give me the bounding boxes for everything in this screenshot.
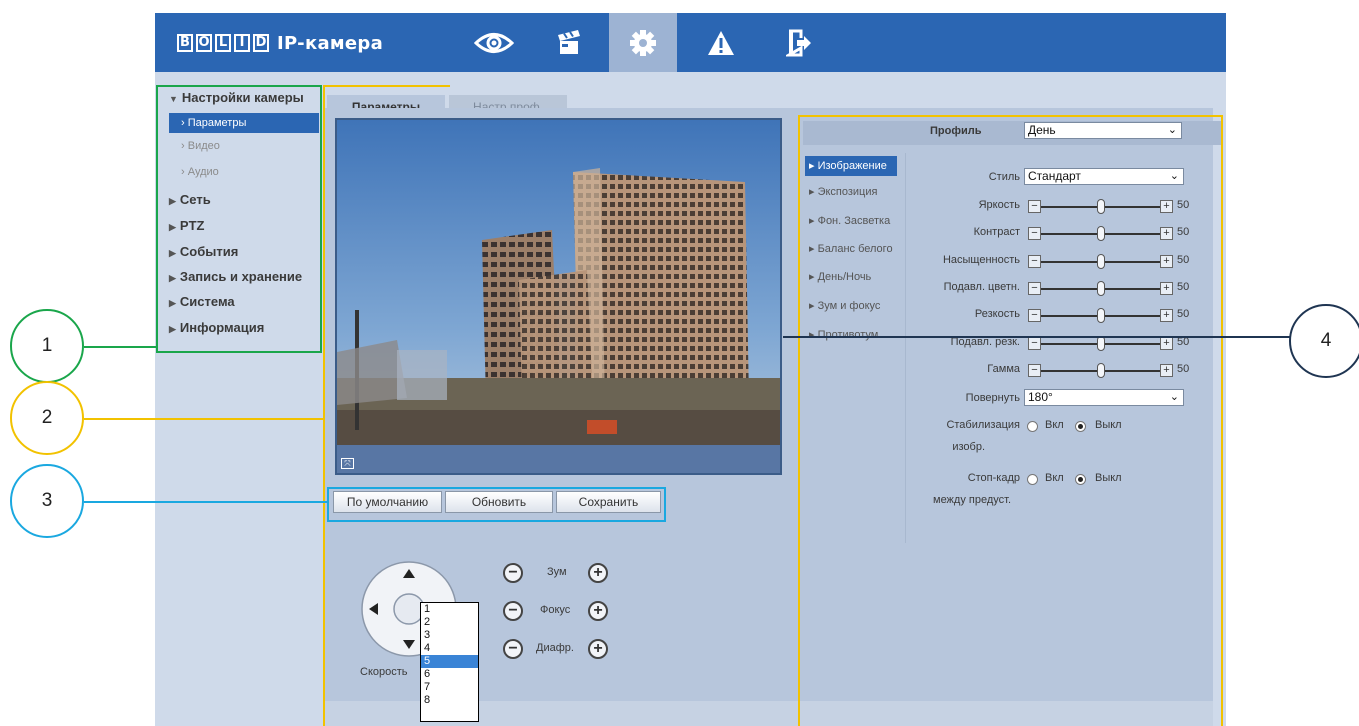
logout-icon <box>786 29 811 56</box>
logo-letter: I <box>234 34 250 52</box>
annotation-frame-2-right <box>798 115 1223 726</box>
zoom-minus-button[interactable]: − <box>503 563 523 583</box>
warning-icon <box>708 30 734 55</box>
annotation-4: 4 <box>1289 304 1359 378</box>
annotation-line-3 <box>84 501 328 503</box>
top-bar: B O L I D IP-камера <box>155 13 1226 72</box>
logo-letter: B <box>177 34 193 52</box>
nav-settings[interactable] <box>609 13 677 72</box>
nav-logout[interactable] <box>765 13 833 72</box>
zoom-label: Зум <box>547 566 567 578</box>
annotation-3: 3 <box>10 464 84 538</box>
gear-icon <box>630 29 656 56</box>
iris-minus-button[interactable]: − <box>503 639 523 659</box>
focus-label: Фокус <box>540 604 571 616</box>
annotation-frame-1 <box>156 85 322 353</box>
annotation-frame-3 <box>327 487 666 522</box>
brand-logo: B O L I D <box>177 34 269 52</box>
annotation-frame-2-left <box>323 85 450 726</box>
zoom-plus-button[interactable]: + <box>588 563 608 583</box>
annotation-line-1 <box>84 346 156 348</box>
app-title: IP-камера <box>277 32 384 54</box>
focus-plus-button[interactable]: + <box>588 601 608 621</box>
nav-live-view[interactable] <box>460 13 528 72</box>
nav-playback[interactable] <box>535 13 603 72</box>
logo-letter: L <box>215 34 231 52</box>
annotation-2: 2 <box>10 381 84 455</box>
nav-alarm[interactable] <box>687 13 755 72</box>
iris-plus-button[interactable]: + <box>588 639 608 659</box>
iris-label: Диафр. <box>536 642 574 654</box>
annotation-line-2 <box>84 418 324 420</box>
annotation-line-4 <box>783 336 1293 338</box>
clapperboard-icon <box>558 29 580 54</box>
logo-letter: O <box>196 34 212 52</box>
logo-letter: D <box>253 34 269 52</box>
eye-icon <box>474 32 514 53</box>
logo: B O L I D IP-камера <box>177 32 383 54</box>
annotation-1: 1 <box>10 309 84 383</box>
focus-minus-button[interactable]: − <box>503 601 523 621</box>
